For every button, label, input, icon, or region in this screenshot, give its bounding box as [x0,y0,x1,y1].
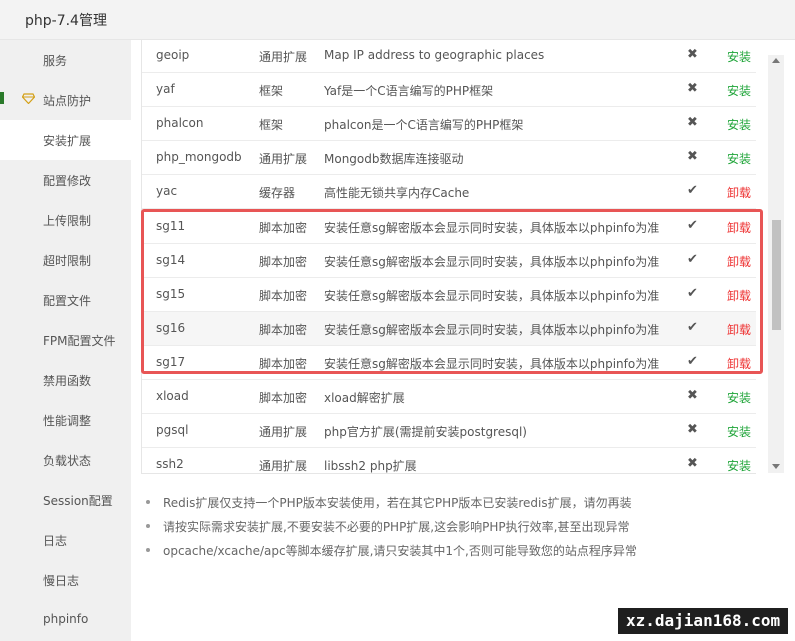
sidebar-item-slow-log[interactable]: 慢日志 [0,560,131,600]
extension-name: yaf [156,82,175,96]
table-row: pgsql 通用扩展 php官方扩展(需提前安装postgresql) ✖ 安装 [142,414,756,448]
note-text: 请按实际需求安装扩展,不要安装不必要的PHP扩展,这会影响PHP执行效率,甚至出… [163,520,630,534]
install-link[interactable]: 安装 [727,82,751,99]
extension-description: 高性能无锁共享内存Cache [324,186,470,200]
table-row: ssh2 通用扩展 libssh2 php扩展 ✖ 安装 [142,448,756,473]
note-text: Redis扩展仅支持一个PHP版本安装使用，若在其它PHP版本已安装redis扩… [163,496,632,510]
extension-description: Map IP address to geographic places [324,48,545,62]
table-scrollbar[interactable] [768,55,784,473]
table-row: yac 缓存器 高性能无锁共享内存Cache ✔ 卸载 [142,175,756,209]
bullet-icon [146,524,150,528]
extension-description: Mongodb数据库连接驱动 [324,152,464,166]
extension-type: 框架 [259,118,284,132]
sidebar-item-label: 超时限制 [43,254,92,268]
sidebar-item-session-config[interactable]: Session配置 [0,480,131,520]
sidebar-item-label: 配置文件 [43,294,92,308]
extension-type: 缓存器 [259,186,296,200]
bullet-icon [146,500,150,504]
install-link[interactable]: 安装 [727,116,751,133]
extension-description: phalcon是一个C语言编写的PHP框架 [324,118,524,132]
sidebar-item-label: FPM配置文件 [43,334,116,348]
extension-type: 通用扩展 [259,459,308,473]
sidebar-item-config-file[interactable]: 配置文件 [0,280,131,320]
status-cross-icon: ✖ [687,456,698,471]
sidebar-item-label: 禁用函数 [43,374,92,388]
highlight-box [141,209,763,374]
uninstall-link[interactable]: 卸载 [727,184,751,201]
sidebar-item-fpm-config[interactable]: FPM配置文件 [0,320,131,360]
sidebar-item-service[interactable]: 服务 [0,40,131,80]
extension-name: yac [156,184,178,198]
sidebar-item-site-protection[interactable]: 站点防护 [0,80,131,120]
sidebar-item-load-status[interactable]: 负载状态 [0,440,131,480]
extension-type: 框架 [259,84,284,98]
bullet-icon [146,548,150,552]
window-title: php-7.4管理 [25,13,107,29]
watermark-text: xz.dajian168.com [626,611,781,630]
note-text: opcache/xcache/apc等脚本缓存扩展,请只安装其中1个,否则可能导… [163,544,637,558]
extension-type: 通用扩展 [259,425,308,439]
sidebar-item-config-edit[interactable]: 配置修改 [0,160,131,200]
sidebar-item-performance[interactable]: 性能调整 [0,400,131,440]
sidebar-item-upload-limit[interactable]: 上传限制 [0,200,131,240]
scrollbar-thumb[interactable] [772,220,781,330]
install-link[interactable]: 安装 [727,48,751,65]
window-titlebar: php-7.4管理 [0,0,795,40]
gem-icon [22,93,35,104]
sidebar: 服务 站点防护 安装扩展 配置修改 上传限制 超时限制 配置文件 FPM配置文件… [0,40,131,641]
table-row: php_mongodb 通用扩展 Mongodb数据库连接驱动 ✖ 安装 [142,141,756,175]
sidebar-item-label: 日志 [43,534,68,548]
table-row: phalcon 框架 phalcon是一个C语言编写的PHP框架 ✖ 安装 [142,107,756,141]
sidebar-item-phpinfo[interactable]: phpinfo [0,600,131,640]
extension-description: xload解密扩展 [324,391,405,405]
extension-name: xload [156,389,189,403]
sidebar-item-label: 服务 [43,54,68,68]
scroll-down-arrow-icon[interactable] [772,464,780,469]
extension-type: 通用扩展 [259,152,308,166]
sidebar-item-label: 安装扩展 [43,134,92,148]
status-cross-icon: ✖ [687,115,698,130]
scroll-up-arrow-icon[interactable] [772,58,780,63]
status-cross-icon: ✖ [687,422,698,437]
sidebar-item-label: 配置修改 [43,174,92,188]
install-link[interactable]: 安装 [727,423,751,440]
sidebar-item-label: 上传限制 [43,214,92,228]
extension-description: Yaf是一个C语言编写的PHP框架 [324,84,494,98]
extension-type: 通用扩展 [259,50,308,64]
extension-type: 脚本加密 [259,391,308,405]
extension-name: geoip [156,48,190,62]
extension-description: php官方扩展(需提前安装postgresql) [324,425,527,439]
sidebar-item-label: 性能调整 [43,414,92,428]
status-cross-icon: ✖ [687,81,698,96]
sidebar-item-label: Session配置 [43,494,113,508]
sidebar-item-label: 慢日志 [43,574,80,588]
extension-name: php_mongodb [156,150,242,164]
sidebar-item-label: 负载状态 [43,454,92,468]
extension-description: libssh2 php扩展 [324,459,417,473]
extension-name: pgsql [156,423,189,437]
status-cross-icon: ✖ [687,388,698,403]
sidebar-item-timeout-limit[interactable]: 超时限制 [0,240,131,280]
table-row: yaf 框架 Yaf是一个C语言编写的PHP框架 ✖ 安装 [142,73,756,107]
sidebar-item-disabled-functions[interactable]: 禁用函数 [0,360,131,400]
sidebar-item-label: 站点防护 [43,94,92,108]
status-check-icon: ✔ [687,183,698,198]
sidebar-item-label: phpinfo [43,612,89,626]
install-link[interactable]: 安装 [727,389,751,406]
status-cross-icon: ✖ [687,149,698,164]
sidebar-item-install-extensions[interactable]: 安装扩展 [0,120,131,160]
status-cross-icon: ✖ [687,47,698,62]
table-row: geoip 通用扩展 Map IP address to geographic … [142,40,756,73]
sidebar-item-log[interactable]: 日志 [0,520,131,560]
extension-name: ssh2 [156,457,184,471]
table-row: xload 脚本加密 xload解密扩展 ✖ 安装 [142,380,756,414]
extension-name: phalcon [156,116,204,130]
install-link[interactable]: 安装 [727,150,751,167]
install-link[interactable]: 安装 [727,457,751,473]
watermark: xz.dajian168.com [618,608,788,634]
